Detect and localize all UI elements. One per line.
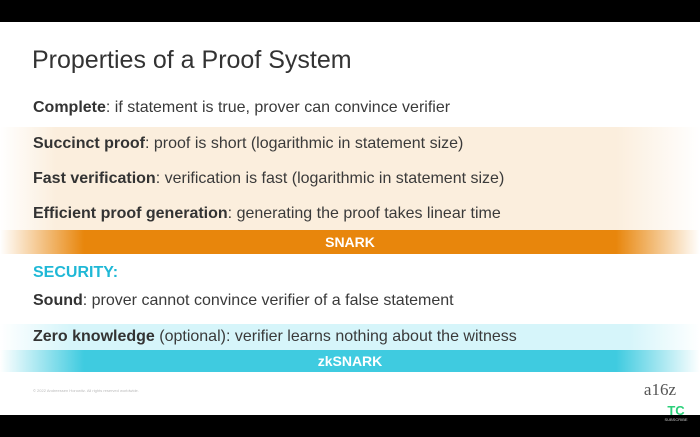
property-succinct: Succinct proof: proof is short (logarith…	[33, 135, 463, 153]
desc: : proof is short (logarithmic in stateme…	[145, 135, 464, 152]
security-heading: SECURITY:	[33, 264, 119, 281]
term: Complete	[33, 99, 106, 116]
term: Sound	[33, 292, 83, 309]
a16z-logo: a16z	[643, 380, 676, 399]
property-fast-verification: Fast verification: verification is fast …	[33, 170, 504, 188]
slide-title: Properties of a Proof System	[32, 46, 352, 74]
desc: : prover cannot convince verifier of a f…	[82, 292, 454, 309]
property-complete: Complete: if statement is true, prover c…	[33, 99, 450, 117]
tc-logo-icon: TC	[667, 403, 685, 418]
property-sound: Sound: prover cannot convince verifier o…	[33, 292, 454, 310]
property-zero-knowledge: Zero knowledge (optional): verifier lear…	[33, 328, 517, 346]
term: Succinct proof	[33, 135, 146, 152]
term: Efficient proof generation	[33, 205, 228, 222]
term: Zero knowledge	[33, 328, 155, 345]
desc: : if statement is true, prover can convi…	[105, 99, 451, 116]
term: Fast verification	[33, 170, 156, 187]
snark-bar: SNARK	[0, 230, 700, 254]
channel-subscribe-button[interactable]: TC SUBSCRIBE	[662, 403, 690, 422]
property-efficient-generation: Efficient proof generation: generating t…	[33, 205, 501, 223]
desc: : verification is fast (logarithmic in s…	[155, 170, 505, 187]
copyright: © 2022 Andreessen Horowitz. All rights r…	[33, 388, 139, 393]
slide: Properties of a Proof System Complete: i…	[0, 22, 700, 415]
subscribe-label: SUBSCRIBE	[664, 417, 688, 422]
desc: (optional): verifier learns nothing abou…	[154, 328, 517, 345]
zksnark-bar: zkSNARK	[0, 350, 700, 372]
desc: : generating the proof takes linear time	[227, 205, 501, 222]
